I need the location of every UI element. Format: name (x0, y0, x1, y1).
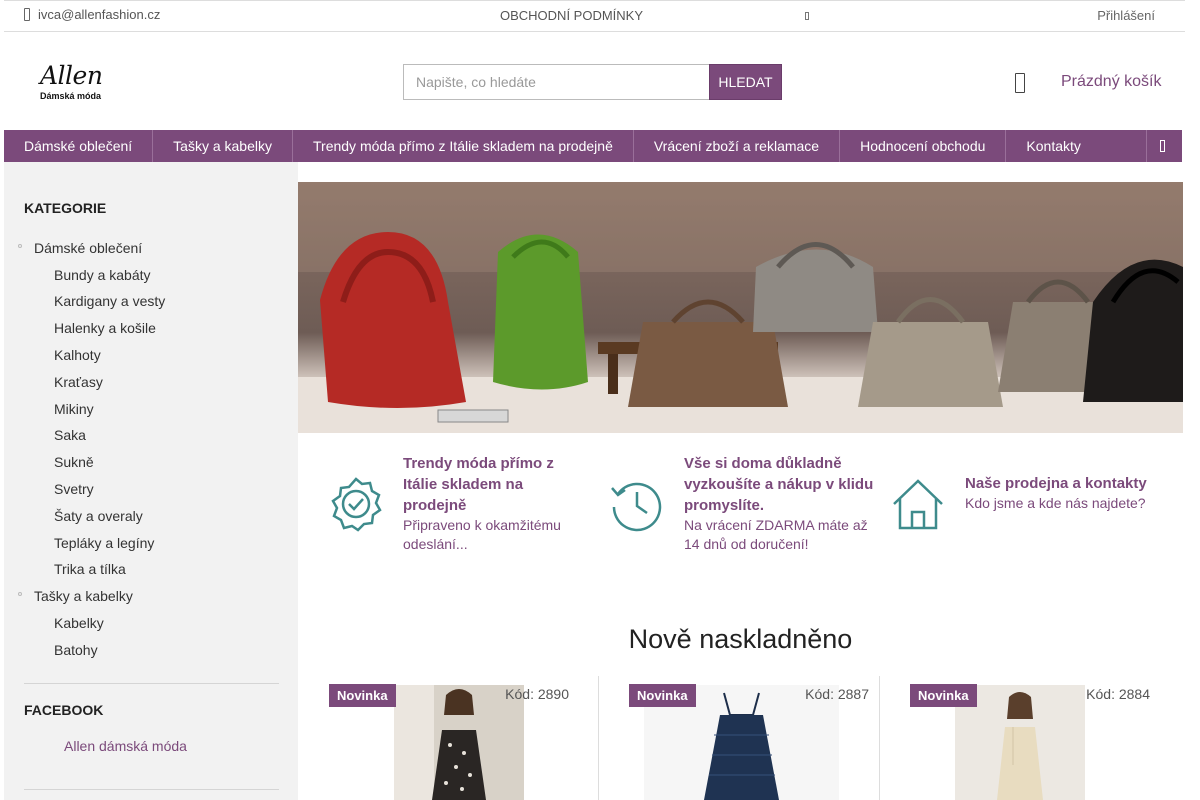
banner-image (298, 182, 1183, 433)
nav-item-tasky-kabelky[interactable]: Tašky a kabelky (153, 130, 293, 162)
sidebar: KATEGORIE Dámské oblečení Bundy a kabáty… (4, 162, 298, 800)
email-contact[interactable]: ivca@allenfashion.cz (24, 7, 160, 22)
feature-icon-wrap (328, 476, 384, 537)
category-kardigany-vesty[interactable]: Kardigany a vesty (54, 293, 165, 309)
sidebar-divider (24, 683, 279, 684)
search-input[interactable] (403, 64, 709, 100)
login-link[interactable]: Přihlášení (1097, 8, 1155, 23)
section-title-new: Nově naskladněno (628, 624, 853, 654)
nav-item-vraceni-zbozi[interactable]: Vrácení zboží a reklamace (634, 130, 841, 162)
product-code: Kód: 2884 (1086, 686, 1150, 702)
feature-3-desc: Kdo jsme a kde nás najdete? (965, 495, 1146, 511)
bullet-icon (18, 592, 22, 596)
product-code: Kód: 2890 (505, 686, 569, 702)
top-bar: ivca@allenfashion.cz OBCHODNÍ PODMÍNKY P… (4, 0, 1185, 32)
badge-new: Novinka (910, 684, 977, 707)
feature-3-title[interactable]: Naše prodejna a kontakty (965, 473, 1165, 494)
category-kratasy[interactable]: Kraťasy (54, 374, 103, 390)
category-damske-obleceni[interactable]: Dámské oblečení (34, 240, 142, 256)
terms-link[interactable]: OBCHODNÍ PODMÍNKY (500, 8, 643, 23)
nav-item-damske-obleceni[interactable]: Dámské oblečení (4, 130, 154, 162)
feature-icon-wrap (608, 476, 666, 539)
product-card[interactable]: Novinka Kód: 2884 (880, 676, 1160, 800)
search-bar: HLEDAT (403, 64, 782, 100)
nav-item-trendy-moda[interactable]: Trendy móda přímo z Itálie skladem na pr… (293, 130, 634, 162)
category-svetry[interactable]: Svetry (54, 481, 94, 497)
product-card[interactable]: Novinka Kód: 2890 (299, 676, 579, 800)
category-batohy[interactable]: Batohy (54, 642, 98, 658)
category-halenky-kosile[interactable]: Halenky a košile (54, 320, 156, 336)
nav-item-kontakty[interactable]: Kontakty (1006, 130, 1100, 162)
product-card[interactable]: Novinka Kód: 2887 (599, 676, 879, 800)
menu-icon (1160, 140, 1165, 152)
home-icon (893, 479, 943, 530)
categories-heading: KATEGORIE (24, 200, 107, 216)
product-image[interactable] (394, 685, 524, 800)
product-code: Kód: 2887 (805, 686, 869, 702)
nav-more-button[interactable] (1146, 130, 1182, 162)
main-nav: Dámské oblečení Tašky a kabelky Trendy m… (4, 130, 1182, 162)
feature-1[interactable]: Trendy móda přímo z Itálie skladem na pr… (403, 453, 583, 554)
category-teplaky-leginy[interactable]: Tepláky a legíny (54, 535, 154, 551)
category-bundy-kabaty[interactable]: Bundy a kabáty (54, 267, 151, 283)
feature-1-title[interactable]: Trendy móda přímo z Itálie skladem na pr… (403, 453, 583, 516)
cart-icon[interactable] (1015, 73, 1025, 93)
phone-icon (24, 8, 30, 21)
logo-main-text: Allen (40, 61, 103, 90)
cart-label[interactable]: Prázdný košík (1061, 73, 1161, 91)
hero-banner[interactable] (298, 182, 1183, 433)
sidebar-divider (24, 789, 279, 790)
history-clock-icon (611, 482, 662, 532)
feature-2-title[interactable]: Vše si doma důkladně vyzkoušíte a nákup … (684, 453, 874, 516)
category-kalhoty[interactable]: Kalhoty (54, 347, 101, 363)
category-mikiny[interactable]: Mikiny (54, 401, 94, 417)
category-kabelky[interactable]: Kabelky (54, 615, 104, 631)
search-button[interactable]: HLEDAT (709, 64, 782, 100)
facebook-link[interactable]: Allen dámská móda (64, 738, 187, 754)
nav-item-hodnoceni[interactable]: Hodnocení obchodu (840, 130, 1007, 162)
badge-new: Novinka (629, 684, 696, 707)
facebook-heading: FACEBOOK (24, 702, 104, 718)
category-saty-overaly[interactable]: Šaty a overaly (54, 508, 143, 524)
site-logo[interactable]: Allen Dámská móda (40, 61, 103, 102)
feature-icon-wrap (890, 476, 946, 537)
category-tasky-kabelky[interactable]: Tašky a kabelky (34, 588, 133, 604)
category-saka[interactable]: Saka (54, 427, 86, 443)
badge-new: Novinka (329, 684, 396, 707)
category-sukne[interactable]: Sukně (54, 454, 94, 470)
feature-3[interactable]: Naše prodejna a kontakty Kdo jsme a kde … (965, 473, 1165, 513)
small-icon (805, 12, 809, 20)
category-trika-tilka[interactable]: Trika a tílka (54, 561, 126, 577)
bullet-icon (18, 244, 22, 248)
logo-sub-text: Dámská móda (40, 91, 102, 101)
feature-1-desc: Připraveno k okamžitému odeslání... (403, 517, 561, 552)
feature-2-desc: Na vrácení ZDARMA máte až 14 dnů od doru… (684, 517, 868, 552)
badge-check-icon (331, 477, 382, 532)
email-text[interactable]: ivca@allenfashion.cz (38, 7, 160, 22)
feature-2[interactable]: Vše si doma důkladně vyzkoušíte a nákup … (684, 453, 874, 554)
